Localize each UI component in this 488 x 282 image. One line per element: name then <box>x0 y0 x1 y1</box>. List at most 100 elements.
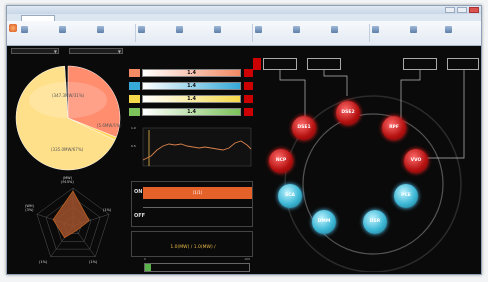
status-on-label: ON <box>134 189 143 195</box>
progress-tick-end: 100 <box>244 257 250 261</box>
node-dse1[interactable]: DSE1 <box>292 116 316 140</box>
node-sca[interactable]: SCA <box>278 184 302 208</box>
progress-tick-start: 0 <box>144 257 146 261</box>
ribbon-button-label <box>106 25 133 41</box>
tool-icon <box>410 26 417 33</box>
title-bar <box>7 6 481 14</box>
bar-unit-badge <box>244 108 253 116</box>
minimize-button[interactable] <box>445 7 455 13</box>
node-pce[interactable]: PCE <box>394 184 418 208</box>
measure-bar: 1.4 <box>142 69 241 77</box>
tool-icon <box>176 26 183 33</box>
ribbon-button-1[interactable] <box>21 24 57 42</box>
tool-icon <box>331 26 338 33</box>
ribbon-separator <box>135 24 136 42</box>
ribbon-button-11[interactable] <box>410 24 446 42</box>
generation-share-panel: (347.3MW/31%) (5.6MW/1%) (335.0MW/67%) <box>11 56 125 176</box>
node-dsr[interactable]: DSR <box>363 210 387 234</box>
status-off-label: OFF <box>134 213 146 219</box>
measure-bar-row: 1.4 <box>129 68 253 78</box>
tool-icon <box>445 26 452 33</box>
ribbon-button-8[interactable] <box>293 24 329 42</box>
chevron-down-icon: ▼ <box>117 49 121 54</box>
chevron-down-icon: ▼ <box>53 49 57 54</box>
link-line <box>400 70 421 120</box>
ribbon-button-label <box>340 25 367 41</box>
ribbon-button-3[interactable] <box>97 24 133 42</box>
measure-bar: 1.4 <box>142 95 241 103</box>
bar-tag <box>129 108 140 116</box>
share-pie-chart <box>15 65 121 171</box>
node-dse2[interactable]: DSE2 <box>336 101 360 125</box>
ribbon-tabs <box>7 14 481 22</box>
radar-axis-label-2: (1%) <box>89 260 98 264</box>
ribbon-button-2[interactable] <box>59 24 95 42</box>
tool-icon <box>293 26 300 33</box>
tool-icon <box>97 26 104 33</box>
radar-axis-label-0: (MW) (915%) <box>61 176 74 184</box>
radar-axis-label-3: (1%) <box>39 260 48 264</box>
measure-bar-row: 1.4 <box>129 107 253 117</box>
node-dmm[interactable]: DMM <box>312 210 336 234</box>
status-divider <box>143 207 252 208</box>
radar-axis-label-1: (1%) <box>103 208 112 212</box>
progress-fill: 1 <box>145 264 152 271</box>
node-vvo[interactable]: VVO <box>404 149 428 173</box>
trend-y-mid: 0.5 <box>131 144 136 148</box>
ribbon-button-label <box>264 25 291 41</box>
link-line <box>427 70 465 159</box>
measure-bar: 1.4 <box>142 82 241 90</box>
ribbon-button-6[interactable] <box>214 24 250 42</box>
progress-track: 1 <box>144 263 250 272</box>
maximize-button[interactable] <box>457 7 467 13</box>
bar-unit-badge <box>244 82 253 90</box>
ribbon-button-9[interactable] <box>331 24 367 42</box>
ribbon-button-label <box>185 25 212 41</box>
ribbon-button-label <box>147 25 174 41</box>
trend-chart-panel: 1.0 0.5 <box>131 126 253 176</box>
ribbon-button-12[interactable] <box>445 24 481 42</box>
progress-ticks: 0 100 <box>144 257 250 261</box>
generation-values: 1.0(MW) / 1.0(MW) / <box>170 245 216 250</box>
bar-tag <box>129 82 140 90</box>
unit-select[interactable]: ▼ <box>69 48 123 54</box>
radar-axis-label-4: (WH) (3%) <box>25 204 34 212</box>
tool-icon <box>138 26 145 33</box>
link-line <box>279 70 306 120</box>
home-icon[interactable] <box>9 24 17 32</box>
pie-label-solar: (347.3MW/31%) <box>52 93 85 98</box>
ribbon-button-label <box>419 25 446 41</box>
radar-chart-panel: (MW) (915%) (1%) (1%) (1%) (WH) (3%) <box>19 176 127 270</box>
link-line <box>323 70 348 96</box>
ribbon-separator <box>252 24 253 42</box>
generation-summary: 1.0(MW) / 1.0(MW) / <box>131 231 253 257</box>
ribbon-button-10[interactable] <box>372 24 408 42</box>
ribbon-button-7[interactable] <box>255 24 291 42</box>
bar-tag <box>129 95 140 103</box>
ribbon-button-label <box>223 25 250 41</box>
progress-panel: 0 100 1 <box>131 257 253 274</box>
ribbon-toolbar <box>7 21 481 46</box>
trend-y-top: 1.0 <box>131 126 136 130</box>
close-button[interactable] <box>469 7 479 13</box>
ribbon-button-label <box>381 25 408 41</box>
node-rpf[interactable]: RPF <box>382 116 406 140</box>
site-select[interactable]: ▼ <box>11 48 59 54</box>
tool-icon <box>59 26 66 33</box>
pie-label-other: (335.0MW/67%) <box>51 147 84 152</box>
status-panel: ON (1/1) OFF <box>131 181 253 227</box>
measure-bar-row: 1.4 <box>129 81 253 91</box>
ribbon-button-4[interactable] <box>138 24 174 42</box>
ribbon-button-label <box>302 25 329 41</box>
ribbon-button-label <box>30 25 57 41</box>
measure-bar-row: 1.4 <box>129 94 253 104</box>
ribbon-separator <box>369 24 370 42</box>
window-controls <box>445 7 479 13</box>
trend-chart <box>142 127 252 167</box>
status-message-banner: (1/1) <box>143 187 252 199</box>
ribbon-button-5[interactable] <box>176 24 212 42</box>
tool-icon <box>214 26 221 33</box>
bar-unit-badge <box>244 69 253 77</box>
node-ncp[interactable]: NCP <box>269 149 293 173</box>
tool-icon <box>372 26 379 33</box>
